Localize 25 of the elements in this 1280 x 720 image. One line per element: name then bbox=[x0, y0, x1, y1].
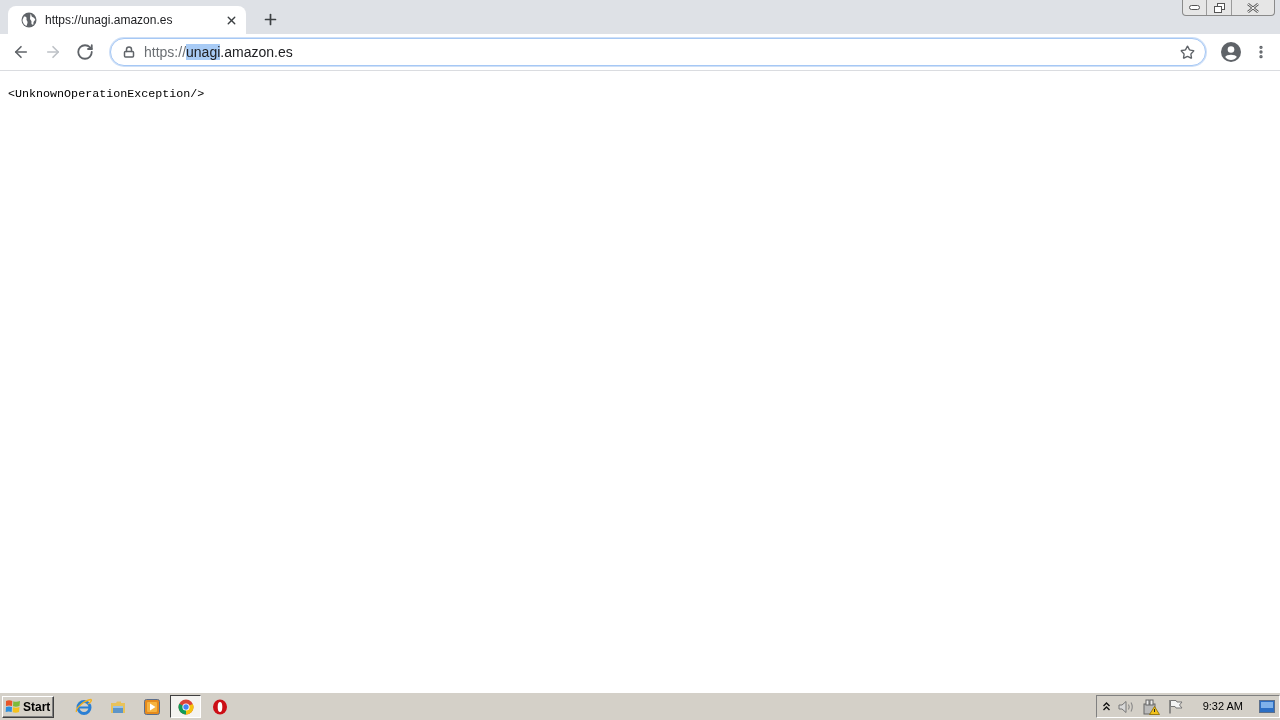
windows-logo-icon bbox=[5, 699, 21, 714]
close-icon bbox=[1247, 2, 1259, 13]
e-logo-icon bbox=[74, 697, 93, 716]
chrome-icon bbox=[177, 698, 194, 715]
forward-arrow-icon bbox=[44, 43, 62, 61]
star-icon bbox=[1179, 44, 1195, 60]
url-text: https://unagi.amazon.es bbox=[144, 42, 294, 62]
browser-tab[interactable]: https://unagi.amazon.es bbox=[8, 6, 246, 34]
tab-title: https://unagi.amazon.es bbox=[45, 12, 174, 29]
address-bar[interactable]: https://unagi.amazon.es bbox=[110, 38, 1206, 66]
lock-icon bbox=[123, 46, 135, 58]
user-avatar-icon bbox=[1221, 42, 1241, 62]
double-chevron-up-icon[interactable] bbox=[1102, 702, 1110, 711]
opera-o-icon bbox=[211, 698, 228, 715]
chrome-taskbar-button[interactable] bbox=[170, 695, 201, 718]
restore-icon bbox=[1213, 2, 1225, 13]
flag-icon[interactable] bbox=[1167, 699, 1183, 714]
start-button[interactable]: Start bbox=[2, 695, 54, 718]
xml-error-text: <UnknownOperationException/> bbox=[8, 87, 205, 101]
network-warning-icon[interactable] bbox=[1142, 698, 1160, 715]
reload-icon bbox=[76, 43, 94, 61]
minimize-icon bbox=[1189, 5, 1200, 10]
play-icon bbox=[143, 698, 160, 715]
globe-icon bbox=[21, 12, 37, 28]
clock-text[interactable]: 9:32 AM bbox=[1202, 698, 1243, 715]
